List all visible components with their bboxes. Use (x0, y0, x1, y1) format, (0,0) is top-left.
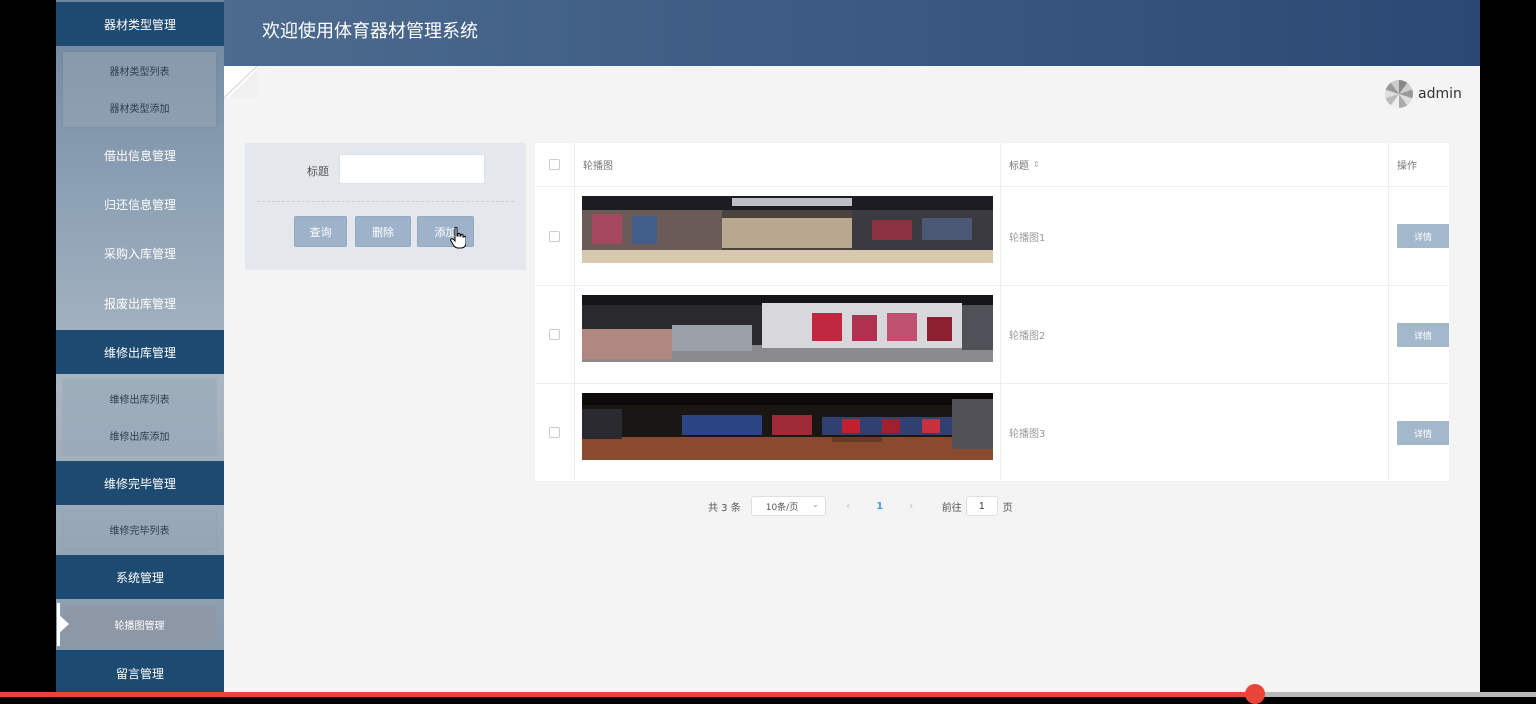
row-title: 轮播图2 (1009, 331, 1046, 342)
chevron-down-icon: ⌄ (812, 500, 819, 509)
query-button[interactable]: 查询 (294, 216, 347, 247)
column-header-image-label: 轮播图 (583, 161, 613, 172)
avatar (1385, 80, 1413, 108)
sort-icon[interactable]: ⇕ (1033, 160, 1040, 169)
sidebar-item-carousel-label: 轮播图管理 (114, 621, 165, 632)
column-header-actions: 操作 (1389, 143, 1449, 186)
select-all-checkbox[interactable] (549, 159, 560, 170)
video-progress-fill (0, 692, 1255, 697)
sidebar-item-equipment-type-add[interactable]: 器材类型添加 (63, 89, 216, 126)
table-header: 轮播图 标题 ⇕ 操作 (535, 143, 1449, 187)
sidebar-group-system[interactable]: 系统管理 (56, 555, 224, 599)
row-checkbox-cell (535, 286, 575, 383)
column-header-actions-label: 操作 (1397, 161, 1417, 172)
detail-button[interactable]: 详情 (1397, 421, 1449, 445)
submenu-equipment-type: 器材类型列表 器材类型添加 (63, 52, 216, 127)
divider (257, 201, 514, 202)
column-header-image: 轮播图 (575, 143, 1001, 186)
carousel-image (582, 196, 993, 263)
page-size-value: 10条/页 (765, 502, 799, 513)
row-actions-cell: 详情 (1389, 384, 1449, 481)
carousel-image (582, 295, 993, 362)
carousel-table: 轮播图 标题 ⇕ 操作 轮播图1 详情 轮播图2 详情 轮播图3 详情 (535, 143, 1449, 482)
sidebar-item-equipment-type-list[interactable]: 器材类型列表 (63, 52, 216, 89)
sidebar-group-returns[interactable]: 归还信息管理 (56, 181, 224, 227)
sidebar-group-purchase[interactable]: 采购入库管理 (56, 230, 224, 276)
row-image-cell (575, 286, 1001, 383)
pagination: 共 3 条 10条/页 ⌄ ‹ 1 › 前往 页 (708, 496, 1013, 516)
sidebar-item-repair-out-list[interactable]: 维修出库列表 (63, 380, 216, 417)
pagination-total: 共 3 条 (708, 502, 741, 514)
row-checkbox-cell (535, 187, 575, 285)
next-page-button[interactable]: › (898, 496, 924, 516)
sidebar-group-repair-done[interactable]: 维修完毕管理 (56, 461, 224, 505)
user-menu[interactable]: admin (1385, 78, 1480, 110)
row-checkbox[interactable] (549, 230, 560, 242)
search-input[interactable] (339, 154, 485, 184)
submenu-system: 轮播图管理 (57, 603, 216, 646)
sidebar-group-equipment-type[interactable]: 器材类型管理 (56, 2, 224, 46)
video-progress-handle[interactable] (1245, 684, 1265, 704)
goto-page-input[interactable] (965, 496, 998, 516)
row-title: 轮播图3 (1009, 429, 1046, 440)
row-title-cell: 轮播图2 (1001, 286, 1389, 383)
row-actions-cell: 详情 (1389, 187, 1449, 285)
delete-button[interactable]: 删除 (355, 216, 411, 247)
goto-label: 前往 (941, 502, 962, 514)
active-arrow-icon (57, 613, 69, 635)
row-checkbox[interactable] (549, 329, 560, 340)
row-image-cell (575, 187, 1001, 285)
row-title-cell: 轮播图3 (1001, 384, 1389, 481)
sidebar-group-lending[interactable]: 借出信息管理 (56, 132, 224, 178)
column-header-title-label: 标题 (1009, 161, 1029, 172)
table-row: 轮播图3 详情 (535, 384, 1449, 482)
page-size-select[interactable]: 10条/页 ⌄ (750, 496, 826, 516)
sidebar: 器材类型管理 器材类型列表 器材类型添加 借出信息管理 归还信息管理 采购入库管… (56, 0, 224, 697)
row-checkbox[interactable] (549, 427, 560, 438)
sidebar-item-carousel[interactable]: 轮播图管理 (57, 603, 216, 646)
sidebar-group-messages[interactable]: 留言管理 (56, 650, 224, 697)
table-row: 轮播图2 详情 (535, 286, 1449, 384)
search-label: 标题 (307, 165, 329, 178)
sidebar-item-repair-out-add[interactable]: 维修出库添加 (63, 417, 216, 454)
row-title: 轮播图1 (1009, 232, 1046, 244)
row-checkbox-cell (535, 384, 575, 481)
search-panel: 标题 查询 删除 添加 (245, 143, 526, 270)
select-all-cell (535, 143, 575, 186)
row-actions-cell: 详情 (1389, 286, 1449, 383)
row-title-cell: 轮播图1 (1001, 187, 1389, 285)
sidebar-item-repair-done-list[interactable]: 维修完毕列表 (63, 511, 216, 548)
page-number-current[interactable]: 1 (864, 496, 895, 516)
goto-suffix: 页 (1002, 502, 1013, 514)
column-header-title[interactable]: 标题 ⇕ (1001, 143, 1389, 186)
detail-button[interactable]: 详情 (1397, 224, 1449, 248)
prev-page-button[interactable]: ‹ (835, 496, 861, 516)
user-name: admin (1418, 86, 1462, 102)
submenu-repair-out: 维修出库列表 维修出库添加 (63, 380, 216, 455)
table-row: 轮播图1 详情 (535, 187, 1449, 286)
carousel-image (582, 393, 993, 460)
submenu-repair-done: 维修完毕列表 (63, 511, 216, 548)
hand-cursor-icon (450, 227, 466, 249)
page-fold-decoration (224, 66, 257, 98)
header-bar: 欢迎使用体育器材管理系统 (224, 0, 1480, 66)
sidebar-group-repair-out[interactable]: 维修出库管理 (56, 330, 224, 374)
detail-button[interactable]: 详情 (1397, 323, 1449, 347)
row-image-cell (575, 384, 1001, 481)
sidebar-group-scrap[interactable]: 报废出库管理 (56, 280, 224, 326)
page-title: 欢迎使用体育器材管理系统 (262, 21, 478, 42)
app-window: 器材类型管理 器材类型列表 器材类型添加 借出信息管理 归还信息管理 采购入库管… (56, 0, 1480, 697)
